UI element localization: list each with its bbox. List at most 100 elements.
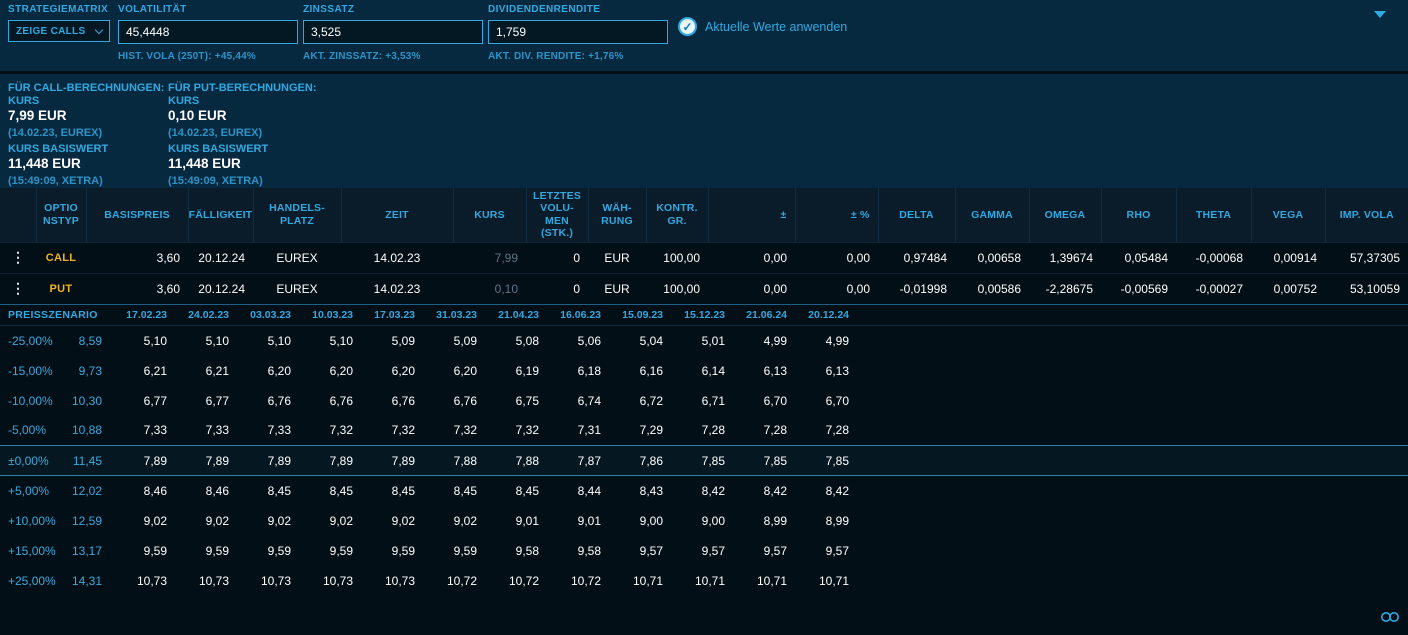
- scenario-value: 6,21: [172, 356, 234, 386]
- controls-bar: STRATEGIEMATRIX ZEIGE CALLS VOLATILITÄT …: [0, 0, 1408, 71]
- scenario-value: 8,42: [730, 476, 792, 506]
- scenario-row: +5,00%12,028,468,468,458,458,458,458,458…: [0, 476, 1408, 506]
- scenario-value: 6,70: [792, 386, 854, 416]
- option-cell: 53,10059: [1325, 273, 1408, 304]
- scenario-value: 10,71: [730, 566, 792, 596]
- scenario-value: 7,89: [296, 446, 358, 476]
- scenario-date-header: 17.03.23: [358, 305, 420, 326]
- column-header: ±: [708, 188, 795, 242]
- options-table: OPTIO NSTYPBASISPREISFÄLLIGKEITHANDELS- …: [0, 188, 1408, 304]
- calculation-info-panel: FÜR CALL-BERECHNUNGEN: KURS 7,99 EUR (14…: [0, 74, 1408, 188]
- scenario-value: 10,71: [606, 566, 668, 596]
- scenario-row-filler: [854, 356, 1408, 386]
- scenario-date-header: 16.06.23: [544, 305, 606, 326]
- column-header: GAMMA: [955, 188, 1029, 242]
- apply-current-values-toggle[interactable]: ✓ Aktuelle Werte anwenden: [678, 17, 847, 36]
- option-cell: EUR: [588, 242, 646, 273]
- option-cell: 14.02.23: [341, 273, 453, 304]
- option-row[interactable]: ⋮CALL3,6020.12.24EUREX14.02.237,990EUR10…: [0, 242, 1408, 273]
- scenario-base-price: 14,31: [60, 566, 110, 596]
- call-underlying: 11,448 EUR: [8, 156, 164, 172]
- scenario-value: 8,99: [730, 506, 792, 536]
- price-scenario-label: PREISSZENARIO: [0, 305, 110, 326]
- dividend-hint: AKT. DIV. RENDITE: +1,76%: [488, 51, 668, 62]
- strategy-group: STRATEGIEMATRIX ZEIGE CALLS: [8, 4, 110, 42]
- option-cell: 7,99: [453, 242, 526, 273]
- scenario-value: 8,46: [172, 476, 234, 506]
- scenario-value: 10,71: [668, 566, 730, 596]
- column-header: ZEIT: [341, 188, 453, 242]
- price-scenario-table: PREISSZENARIO17.02.2324.02.2303.03.2310.…: [0, 304, 1408, 596]
- option-cell: -0,00068: [1176, 242, 1251, 273]
- scenario-value: 7,88: [420, 446, 482, 476]
- scenario-value: 7,32: [296, 416, 358, 446]
- option-cell: 100,00: [646, 273, 708, 304]
- scenario-row: +15,00%13,179,599,599,599,599,599,599,58…: [0, 536, 1408, 566]
- scenario-value: 6,77: [172, 386, 234, 416]
- scenario-base-price: 12,59: [60, 506, 110, 536]
- call-info-title: FÜR CALL-BERECHNUNGEN:: [8, 82, 164, 95]
- scenario-value: 6,71: [668, 386, 730, 416]
- tables-area: OPTIO NSTYPBASISPREISFÄLLIGKEITHANDELS- …: [0, 188, 1408, 596]
- scenario-row: -25,00%8,595,105,105,105,105,095,095,085…: [0, 326, 1408, 356]
- scenario-value: 9,59: [110, 536, 172, 566]
- scenario-date-header: 03.03.23: [234, 305, 296, 326]
- scenario-row-filler: [854, 446, 1408, 476]
- scenario-row-filler: [854, 326, 1408, 356]
- scenario-value: 9,57: [792, 536, 854, 566]
- triangle-down-icon: [1374, 11, 1386, 18]
- column-header: RHO: [1101, 188, 1176, 242]
- scenario-value: 8,45: [420, 476, 482, 506]
- scenario-value: 7,86: [606, 446, 668, 476]
- scenario-percent: -5,00%: [0, 416, 60, 446]
- scenario-value: 7,33: [110, 416, 172, 446]
- apply-toggle-label: Aktuelle Werte anwenden: [705, 20, 847, 34]
- scenario-date-header: 15.12.23: [668, 305, 730, 326]
- scenario-value: 7,89: [110, 446, 172, 476]
- call-underlying-meta: (15:49:09, XETRA): [8, 175, 164, 187]
- column-header-menu: [0, 188, 36, 242]
- put-underlying-label: KURS BASISWERT: [168, 143, 317, 155]
- scenario-value: 7,33: [172, 416, 234, 446]
- column-header: DELTA: [878, 188, 955, 242]
- call-price: 7,99 EUR: [8, 108, 164, 124]
- scenario-value: 7,28: [668, 416, 730, 446]
- column-header: THETA: [1176, 188, 1251, 242]
- scenario-value: 8,42: [668, 476, 730, 506]
- column-header: LETZTES VOLU- MEN (STK.): [526, 188, 588, 242]
- option-cell: 0,00: [795, 242, 878, 273]
- scenario-value: 10,73: [234, 566, 296, 596]
- interest-hint: AKT. ZINSSATZ: +3,53%: [303, 51, 483, 62]
- row-menu-icon[interactable]: ⋮: [11, 280, 25, 296]
- option-cell: -2,28675: [1029, 273, 1101, 304]
- row-menu-icon[interactable]: ⋮: [11, 249, 25, 265]
- scenario-value: 7,85: [730, 446, 792, 476]
- collapse-panel-button[interactable]: [1372, 9, 1388, 20]
- scenario-value: 9,01: [482, 506, 544, 536]
- scenario-value: 6,75: [482, 386, 544, 416]
- option-row[interactable]: ⋮PUT3,6020.12.24EUREX14.02.230,100EUR100…: [0, 273, 1408, 304]
- scenario-value: 7,33: [234, 416, 296, 446]
- scenario-value: 10,72: [544, 566, 606, 596]
- strategy-select[interactable]: ZEIGE CALLS: [8, 20, 110, 42]
- link-button[interactable]: [1380, 610, 1400, 628]
- option-cell: 0,00: [708, 242, 795, 273]
- scenario-value: 7,29: [606, 416, 668, 446]
- put-price-meta: (14.02.23, EUREX): [168, 127, 317, 139]
- option-cell: 0,00752: [1251, 273, 1325, 304]
- scenario-value: 9,57: [606, 536, 668, 566]
- option-cell: 3,60: [86, 242, 188, 273]
- scenario-value: 10,73: [358, 566, 420, 596]
- scenario-value: 8,45: [234, 476, 296, 506]
- dividend-input[interactable]: [488, 20, 668, 44]
- scenario-value: 9,59: [296, 536, 358, 566]
- interest-input[interactable]: [303, 20, 483, 44]
- scenario-value: 8,42: [792, 476, 854, 506]
- put-underlying: 11,448 EUR: [168, 156, 317, 172]
- scenario-header-filler: [854, 305, 1408, 326]
- scenario-value: 6,20: [420, 356, 482, 386]
- scenario-date-header: 20.12.24: [792, 305, 854, 326]
- scenario-row: -15,00%9,736,216,216,206,206,206,206,196…: [0, 356, 1408, 386]
- volatility-input[interactable]: [118, 20, 298, 44]
- scenario-value: 5,01: [668, 326, 730, 356]
